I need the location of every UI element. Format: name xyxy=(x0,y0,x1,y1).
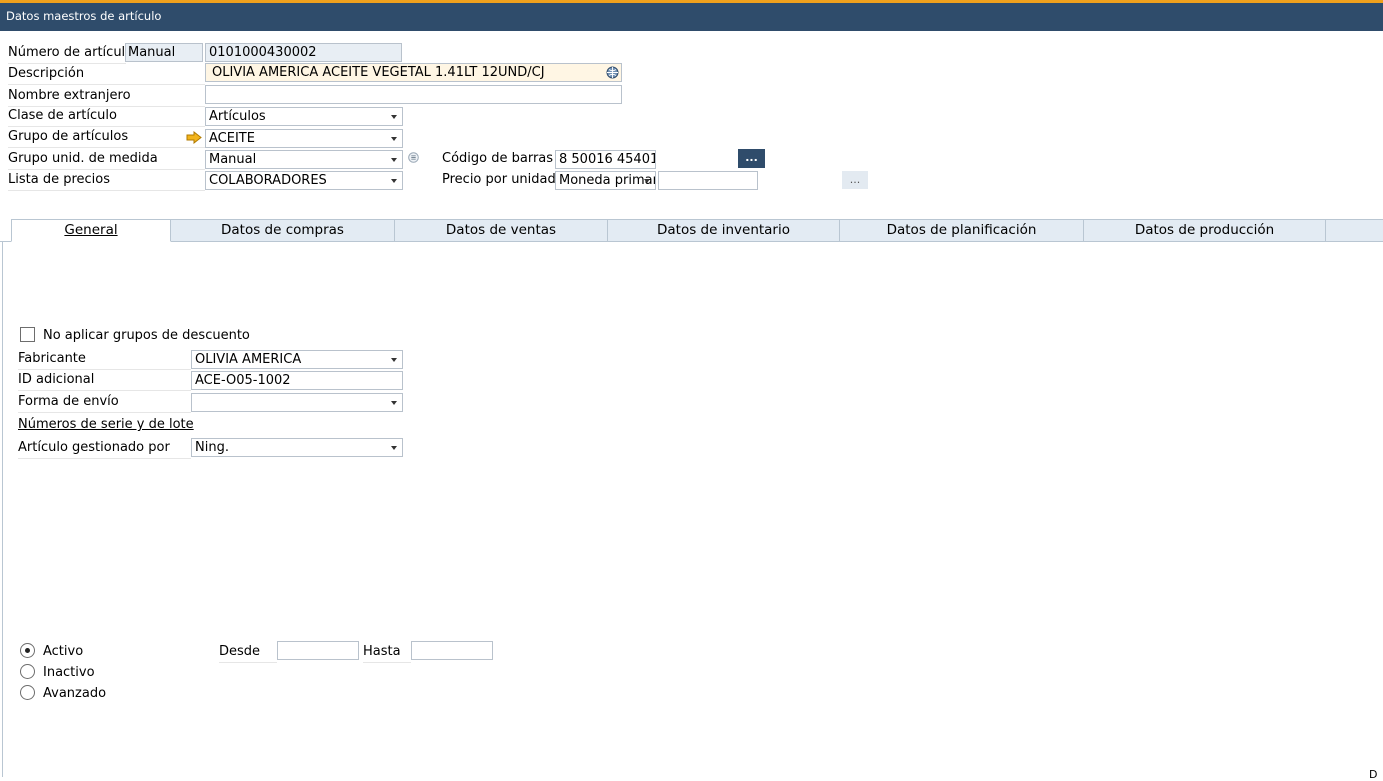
description-label: Descripción xyxy=(8,65,205,85)
barcode-field[interactable]: 8 50016 45401 xyxy=(555,150,656,169)
from-label: Desde xyxy=(219,643,277,663)
shipping-type-select[interactable] xyxy=(191,393,403,412)
status-advanced-label: Avanzado xyxy=(43,686,107,701)
link-arrow-icon[interactable] xyxy=(186,130,202,148)
additional-id-label: ID adicional xyxy=(18,371,191,391)
tab-content-panel xyxy=(2,241,1383,777)
item-number-label: Número de artículo xyxy=(8,44,133,64)
to-date-field[interactable] xyxy=(411,641,493,660)
info-icon[interactable] xyxy=(408,152,419,163)
item-number-mode-select[interactable]: Manual xyxy=(125,43,203,62)
tab-sales[interactable]: Datos de ventas xyxy=(394,219,608,242)
unit-price-label: Precio por unidad xyxy=(442,172,556,187)
tab-production[interactable]: Datos de producción xyxy=(1083,219,1326,242)
price-list-label: Lista de precios xyxy=(8,171,205,191)
status-active-radio[interactable] xyxy=(20,643,35,658)
unit-price-field[interactable] xyxy=(658,171,758,190)
unit-price-currency-select[interactable]: Moneda primar xyxy=(555,171,656,190)
additional-id-field[interactable]: ACE-O05-1002 xyxy=(191,371,403,390)
item-class-select[interactable]: Artículos xyxy=(205,107,403,126)
tab-purchasing[interactable]: Datos de compras xyxy=(170,219,395,242)
tab-general-label: General xyxy=(64,222,118,238)
managed-by-select[interactable]: Ning. xyxy=(191,438,403,457)
barcode-browse-button[interactable]: ... xyxy=(738,149,765,168)
manufacturer-label: Fabricante xyxy=(18,350,191,370)
globe-icon[interactable] xyxy=(606,66,619,79)
tab-overflow xyxy=(1325,219,1383,242)
status-advanced-radio[interactable] xyxy=(20,685,35,700)
foreign-name-label: Nombre extranjero xyxy=(8,87,205,107)
item-group-label: Grupo de artículos xyxy=(8,128,205,148)
shipping-type-label: Forma de envío xyxy=(18,393,191,413)
no-discount-label: No aplicar grupos de descuento xyxy=(43,328,250,343)
unit-price-browse-button[interactable]: ... xyxy=(842,171,868,189)
from-date-field[interactable] xyxy=(277,641,359,660)
serial-batch-section-title: Números de serie y de lote xyxy=(18,417,194,432)
tab-planning[interactable]: Datos de planificación xyxy=(839,219,1084,242)
footer-partial-text: D xyxy=(1369,768,1378,781)
no-discount-checkbox[interactable] xyxy=(20,327,35,342)
window-title: Datos maestros de artículo xyxy=(6,9,162,23)
status-inactive-label: Inactivo xyxy=(43,665,95,680)
to-label: Hasta xyxy=(363,643,411,663)
item-class-label: Clase de artículo xyxy=(8,107,205,127)
window-titlebar xyxy=(0,0,1383,31)
barcode-label: Código de barras xyxy=(442,151,554,166)
status-active-label: Activo xyxy=(43,644,84,659)
price-list-select[interactable]: COLABORADORES xyxy=(205,171,403,190)
foreign-name-field[interactable] xyxy=(205,85,622,104)
tab-inventory[interactable]: Datos de inventario xyxy=(607,219,840,242)
tab-general[interactable]: General xyxy=(11,219,171,242)
item-group-select[interactable]: ACEITE xyxy=(205,129,403,148)
manufacturer-select[interactable]: OLIVIA AMERICA xyxy=(191,350,403,369)
item-number-field[interactable]: 0101000430002 xyxy=(205,43,402,62)
managed-by-label: Artículo gestionado por xyxy=(18,439,191,459)
uom-group-select[interactable]: Manual xyxy=(205,150,403,169)
uom-group-label: Grupo unid. de medida xyxy=(8,150,205,170)
status-inactive-radio[interactable] xyxy=(20,664,35,679)
description-field[interactable]: OLIVIA AMERICA ACEITE VEGETAL 1.41LT 12U… xyxy=(205,63,622,82)
